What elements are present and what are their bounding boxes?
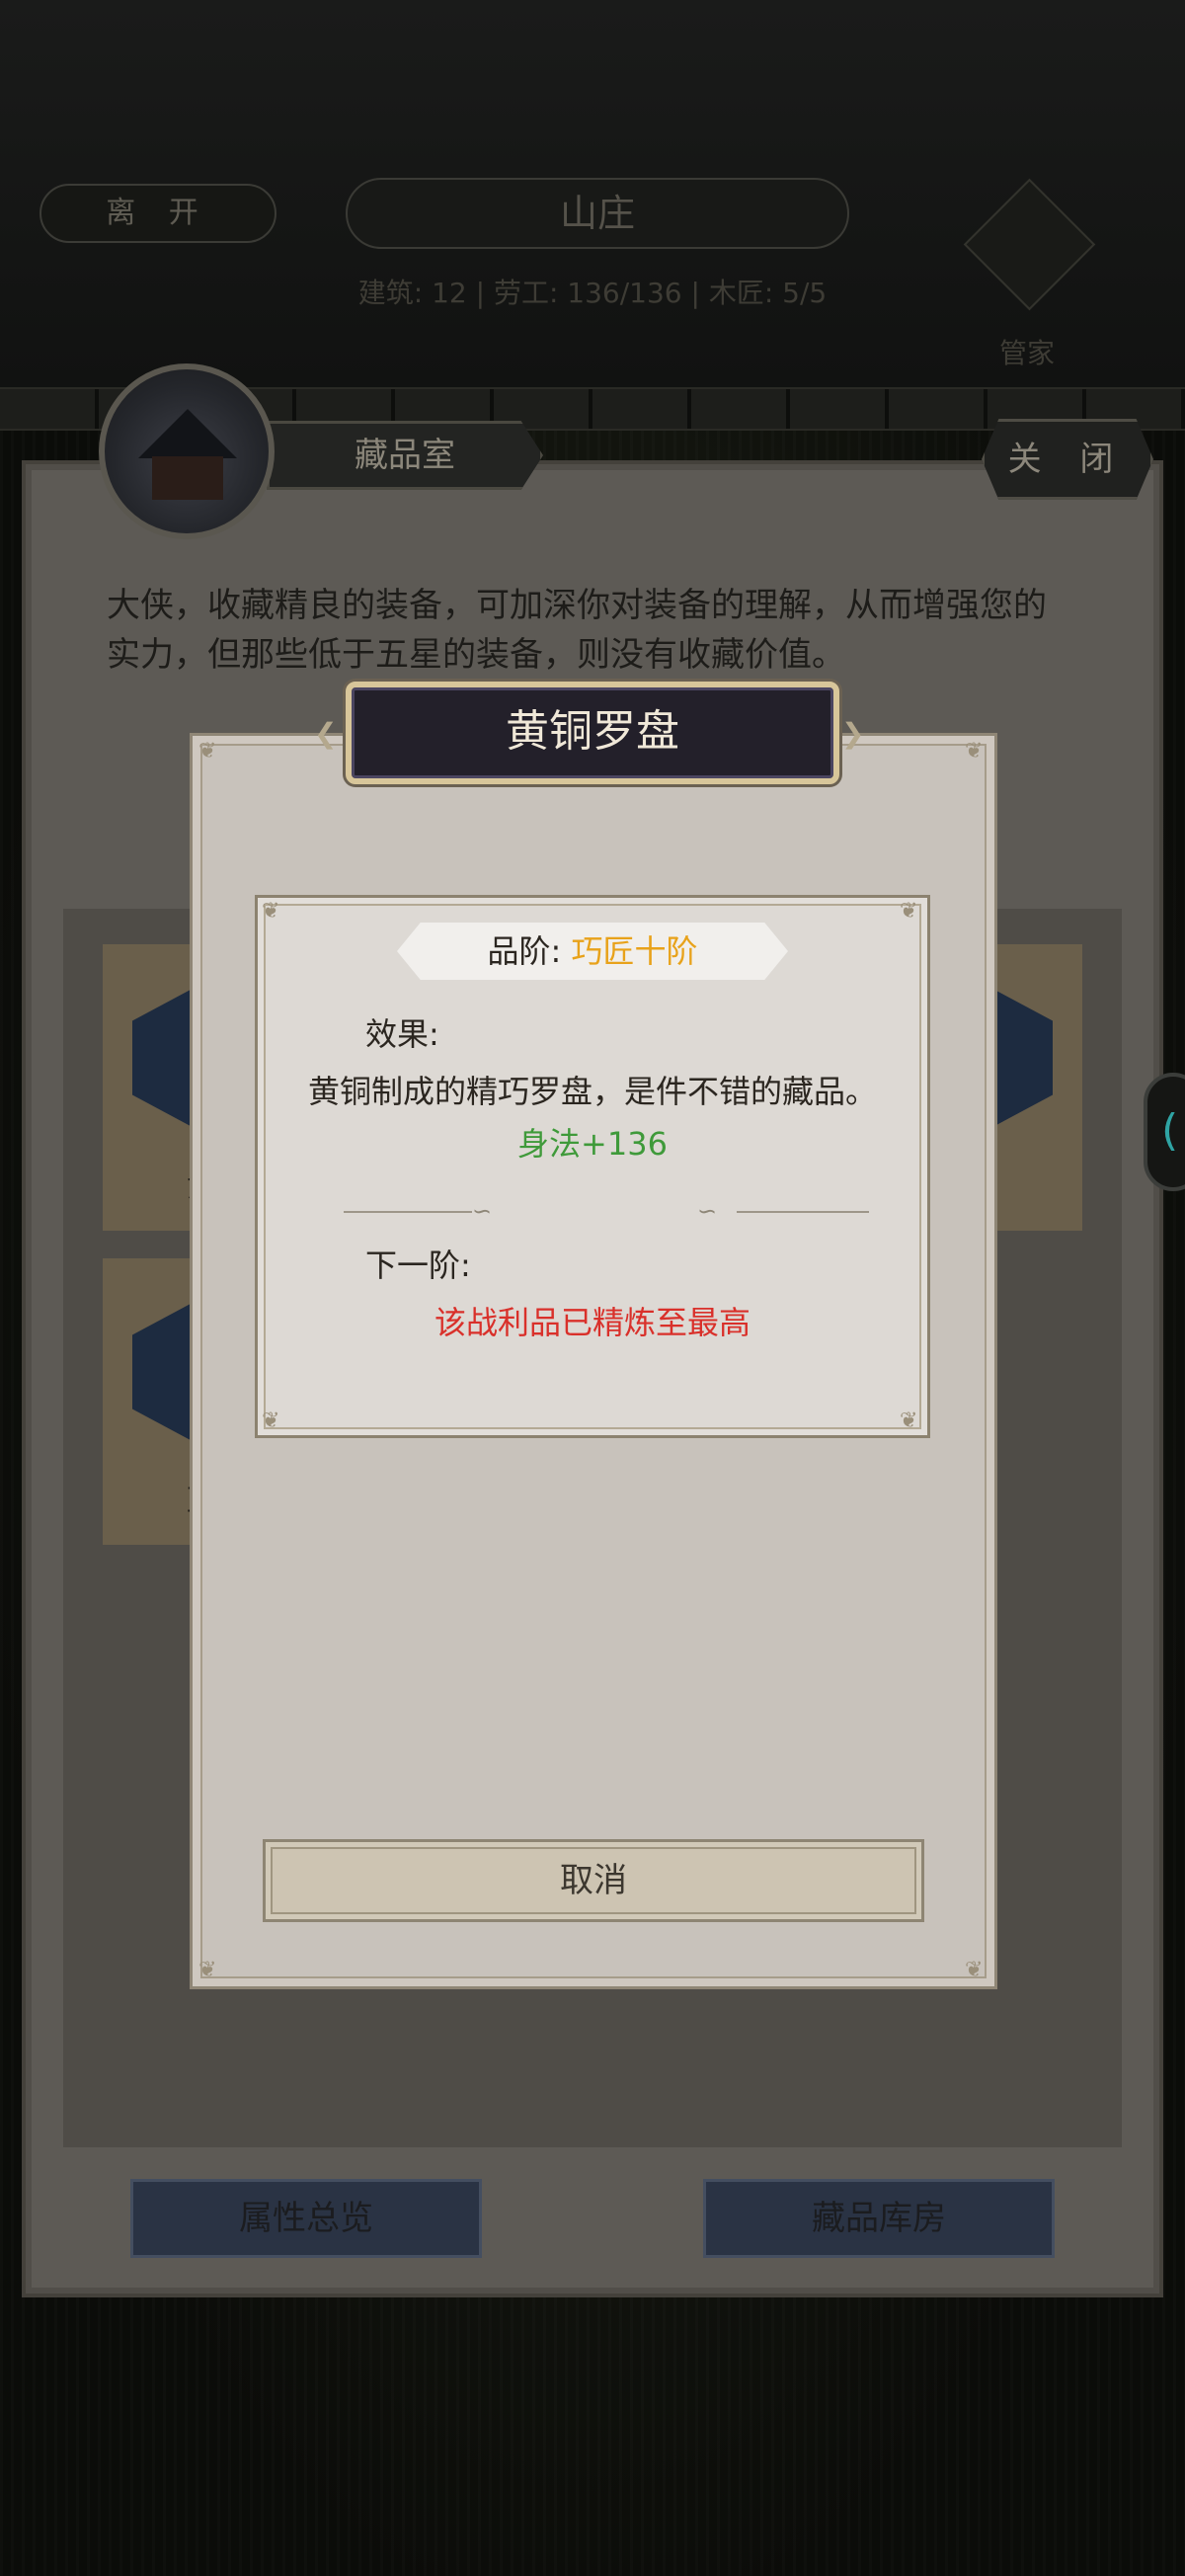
next-tier-label: 下一阶: xyxy=(365,1247,471,1284)
title-wing-right-icon: ❯ xyxy=(841,717,865,750)
effect-bonus: 身法+136 xyxy=(517,1125,668,1163)
corner-ornament-icon: ❦ xyxy=(965,1958,984,1982)
corner-ornament-icon: ❦ xyxy=(262,899,280,924)
corner-ornament-icon: ❦ xyxy=(198,739,217,764)
building-body-icon xyxy=(152,456,223,500)
collection-storage-button[interactable]: 藏品库房 xyxy=(703,2179,1055,2258)
divider-ornament-icon: ∽ xyxy=(697,1197,718,1225)
corner-ornament-icon: ❦ xyxy=(900,899,918,924)
villa-stats: 建筑: 12 | 劳工: 136/136 | 木匠: 5/5 xyxy=(357,277,828,309)
item-name-title: 黄铜罗盘 xyxy=(346,682,839,784)
corner-ornament-icon: ❦ xyxy=(198,1958,217,1982)
corner-ornament-icon: ❦ xyxy=(965,739,984,764)
divider-line xyxy=(737,1211,869,1213)
building-roof-icon xyxy=(138,409,237,458)
steward-label: 管家 xyxy=(998,337,1055,369)
effect-description: 黄铜制成的精巧罗盘，是件不错的藏品。 xyxy=(307,1073,877,1110)
villa-title: 山庄 xyxy=(346,178,849,249)
divider-ornament-icon: ∽ xyxy=(472,1197,493,1225)
grade-badge: 品阶: 巧匠十阶 xyxy=(397,923,788,980)
max-refine-notice: 该战利品已精炼至最高 xyxy=(434,1304,750,1341)
room-description: 大侠，收藏精良的装备，可加深你对装备的理解，从而增强您的实力，但那些低于五星的装… xyxy=(107,586,1047,675)
leave-button[interactable]: 离 开 xyxy=(40,184,276,243)
cancel-button[interactable]: 取消 xyxy=(263,1839,924,1922)
corner-ornament-icon: ❦ xyxy=(262,1409,280,1433)
grade-label: 品阶: xyxy=(487,932,562,970)
attribute-overview-button[interactable]: 属性总览 xyxy=(130,2179,482,2258)
effect-label: 效果: xyxy=(365,1015,439,1053)
grade-value: 巧匠十阶 xyxy=(571,932,698,970)
building-avatar xyxy=(99,363,275,539)
room-title: 藏品室 xyxy=(267,421,543,490)
side-tab-icon[interactable]: ( xyxy=(1144,1073,1185,1191)
close-button[interactable]: 关 闭 xyxy=(982,419,1153,500)
corner-ornament-icon: ❦ xyxy=(900,1409,918,1433)
divider-line xyxy=(344,1211,472,1213)
